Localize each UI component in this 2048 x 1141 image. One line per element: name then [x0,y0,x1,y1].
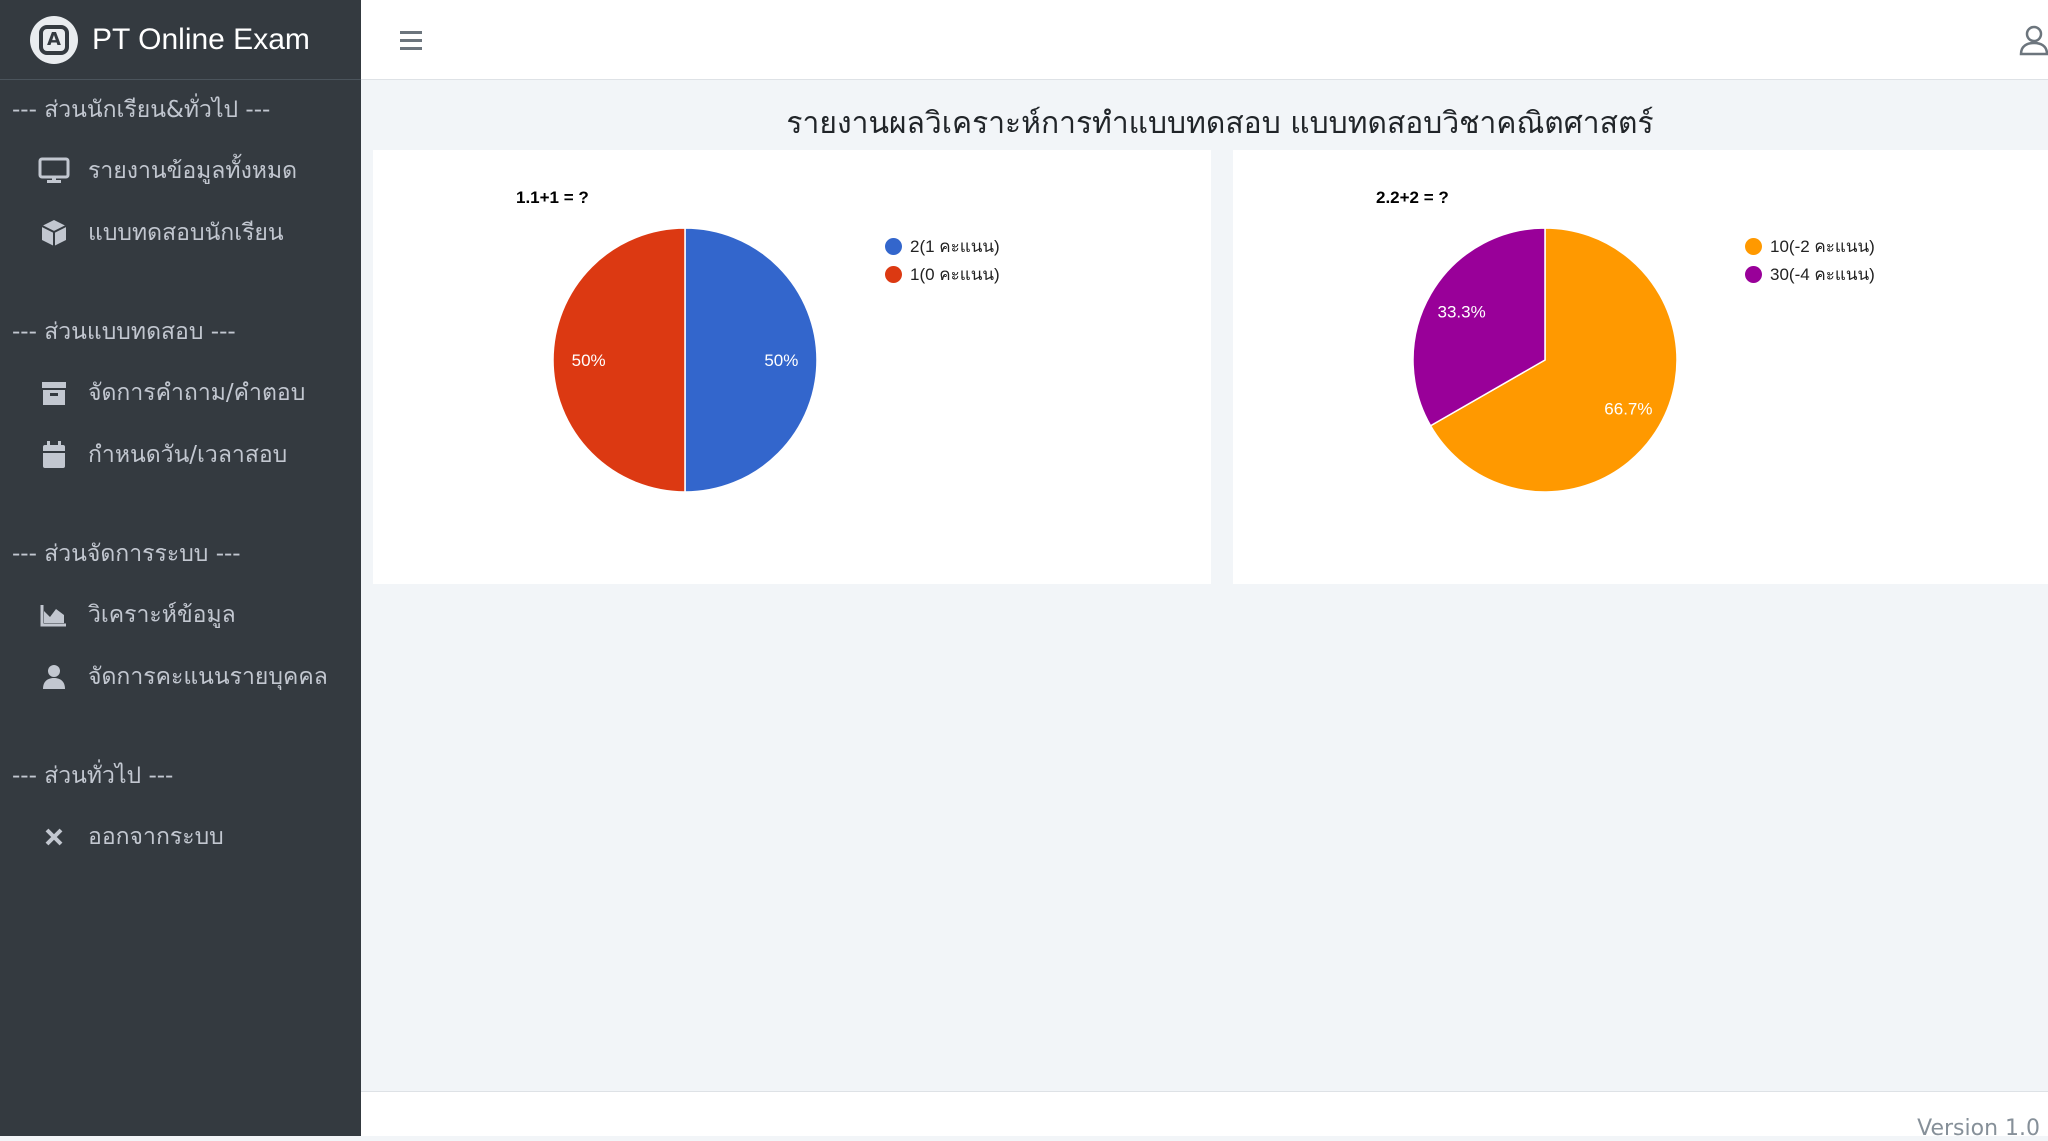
section-header-exam: --- ส่วนแบบทดสอบ --- [12,319,236,345]
legend-item[interactable]: 30(-4 คะแนน) [1745,260,1875,288]
sidebar-item-label: จัดการคำถาม/คำตอบ [88,380,306,406]
section-header-general: --- ส่วนทั่วไป --- [12,763,174,789]
chart-card-q1: 1.1+1 = ? 50% 50% 2(1 คะแนน) 1(0 คะแนน) [373,150,1211,584]
page-title: รายงานผลวิเคราะห์การทำแบบทดสอบ แบบทดสอบว… [786,106,1654,141]
sidebar-item-analysis[interactable]: วิเคราะห์ข้อมูล [0,584,361,646]
top-navbar [361,0,2048,80]
chart-legend-q1: 2(1 คะแนน) 1(0 คะแนน) [885,232,1000,288]
sidebar-item-label: แบบทดสอบนักเรียน [88,220,284,246]
chart-title: 1.1+1 = ? [516,188,589,207]
slice-label: 50% [764,351,798,370]
chart-legend-q2: 10(-2 คะแนน) 30(-4 คะแนน) [1745,232,1875,288]
pie-chart-q2: 66.7% 33.3% [1412,227,1678,493]
pie-chart-q1: 50% 50% [552,227,818,493]
sidebar-item-label: ออกจากระบบ [88,824,224,850]
calendar-icon [38,439,70,471]
legend-color-swatch [885,237,902,255]
slice-label: 50% [572,351,606,370]
sidebar-item-manage-questions[interactable]: จัดการคำถาม/คำตอบ [0,362,361,424]
brand[interactable]: A PT Online Exam [0,0,361,80]
sidebar-item-label: กำหนดวัน/เวลาสอบ [88,442,288,468]
legend-label: 30(-4 คะแนน) [1770,264,1875,284]
sidebar-item-logout[interactable]: ออกจากระบบ [0,806,361,868]
legend-label: 10(-2 คะแนน) [1770,236,1875,256]
monitor-icon [38,155,70,187]
legend-label: 2(1 คะแนน) [910,236,1000,256]
section-header-student: --- ส่วนนักเรียน&ทั่วไป --- [12,97,271,123]
close-icon [38,821,70,853]
user-icon [38,661,70,693]
archive-icon [38,377,70,409]
chart-title: 2.2+2 = ? [1376,188,1449,207]
legend-item[interactable]: 1(0 คะแนน) [885,260,1000,288]
area-chart-icon [38,599,70,631]
brand-name: PT Online Exam [92,22,310,56]
menu-toggle-icon[interactable] [395,24,427,56]
slice-label: 66.7% [1604,399,1652,418]
legend-item[interactable]: 2(1 คะแนน) [885,232,1000,260]
cube-icon [38,217,70,249]
legend-item[interactable]: 10(-2 คะแนน) [1745,232,1875,260]
legend-color-swatch [885,265,902,283]
sidebar-item-student-exam[interactable]: แบบทดสอบนักเรียน [0,202,361,264]
sidebar-item-label: จัดการคะแนนรายบุคคล [88,664,328,690]
sidebar: A PT Online Exam --- ส่วนนักเรียน&ทั่วไป… [0,0,361,1136]
section-header-system: --- ส่วนจัดการระบบ --- [12,541,241,567]
legend-color-swatch [1745,265,1762,283]
sidebar-item-label: วิเคราะห์ข้อมูล [88,602,236,628]
brand-logo-icon: A [30,15,78,64]
chart-card-q2: 2.2+2 = ? 66.7% 33.3% 10(-2 คะแนน) 30(-4 … [1233,150,2048,584]
sidebar-item-all-report[interactable]: รายงานข้อมูลทั้งหมด [0,140,361,202]
sidebar-item-label: รายงานข้อมูลทั้งหมด [88,158,298,184]
footer: Version 1.0 [361,1091,2048,1141]
slice-label: 33.3% [1437,303,1485,322]
legend-label: 1(0 คะแนน) [910,264,1000,284]
legend-color-swatch [1745,237,1762,255]
main-content: รายงานผลวิเคราะห์การทำแบบทดสอบ แบบทดสอบว… [361,80,2048,1091]
version-text: Version 1.0 [1917,1116,2040,1141]
sidebar-item-schedule[interactable]: กำหนดวัน/เวลาสอบ [0,424,361,486]
user-account-icon[interactable] [2014,24,2048,56]
sidebar-item-manage-scores[interactable]: จัดการคะแนนรายบุคคล [0,646,361,708]
